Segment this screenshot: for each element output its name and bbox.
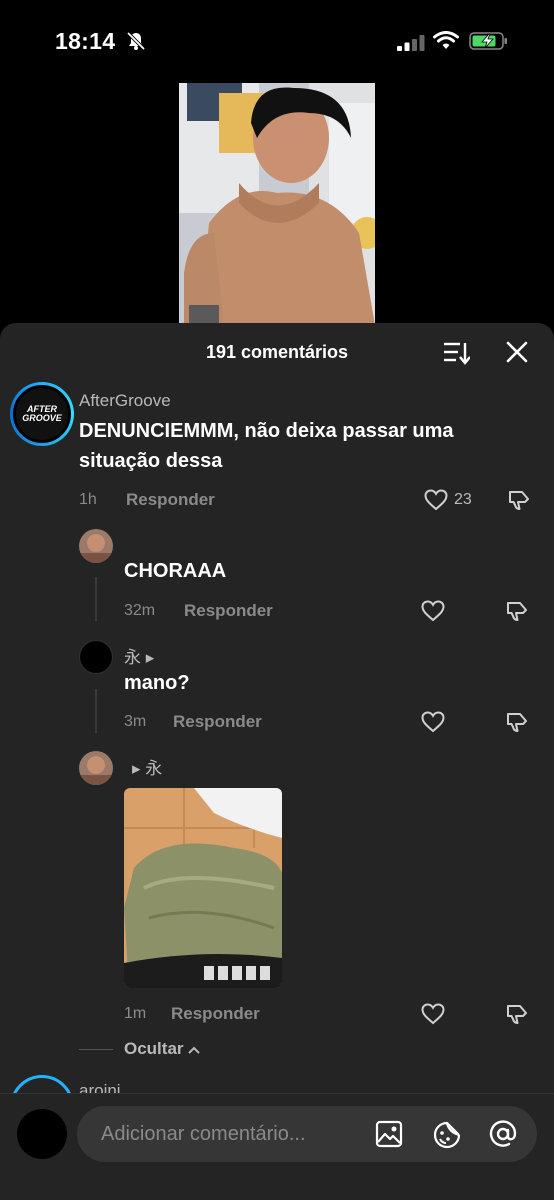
avatar[interactable] [79,751,113,785]
thread-line [95,577,97,621]
reply-time: 1m [124,1005,147,1022]
comment-text-line-2: situação dessa [79,450,223,472]
comment-time: 1h [79,491,97,508]
reply-button[interactable]: Responder [171,1004,260,1024]
comment-input-placeholder: Adicionar comentário... [101,1123,306,1145]
reply-text: CHORAAA [124,560,227,582]
hide-replies-label: Ocultar [124,1039,184,1058]
status-time: 18:14 [55,28,116,54]
thread-line [95,689,97,733]
mention-icon[interactable] [488,1119,518,1149]
reply-button[interactable]: Responder [184,601,273,621]
comment-text-line-1: DENUNCIEMMM, não deixa passar uma [79,420,454,442]
reply-username[interactable]: ▸ 永 [132,754,162,779]
dislike-icon[interactable] [505,1002,529,1026]
reply-button[interactable]: Responder [173,712,262,732]
heart-icon[interactable] [421,1003,445,1025]
avatar[interactable]: AFTER GROOVE [10,382,74,446]
avatar-logo: AFTER GROOVE [13,385,71,443]
bell-off-icon [126,31,146,51]
wifi-icon [433,31,459,49]
comment-username[interactable]: AfterGroove [79,391,171,411]
image-icon[interactable] [375,1120,403,1148]
battery-charging-icon [469,32,507,50]
comments-count-title: 191 comentários [205,342,349,362]
heart-icon[interactable] [424,489,448,511]
reply-time: 32m [124,602,156,619]
hide-replies-button[interactable]: Ocultar [124,1039,200,1059]
close-icon[interactable] [506,341,528,363]
reply-time: 3m [124,713,147,730]
video-thumbnail[interactable] [179,83,375,325]
comment-input[interactable]: Adicionar comentário... [77,1106,537,1162]
status-bar: 18:14 [0,0,554,84]
signal-icon [397,35,425,51]
avatar[interactable] [79,529,113,563]
comments-sheet: 191 comentários AFTER GROOVE AfterGroove… [0,323,554,1200]
reply-button[interactable]: Responder [126,490,215,510]
like-count: 23 [454,491,472,508]
heart-icon[interactable] [421,600,445,622]
emoji-icon[interactable] [432,1120,462,1150]
current-user-avatar [17,1109,67,1159]
avatar[interactable] [79,640,113,674]
reply-text: mano? [124,672,190,694]
comment-input-bar: Adicionar comentário... [0,1093,554,1200]
heart-icon[interactable] [421,711,445,733]
sort-icon[interactable] [442,340,470,366]
dislike-icon[interactable] [505,710,529,734]
dislike-icon[interactable] [505,599,529,623]
dislike-icon[interactable] [507,488,531,512]
chevron-up-icon [188,1046,200,1054]
reply-photo[interactable] [124,788,282,988]
reply-username[interactable]: 永 ▸ [124,643,154,668]
hide-divider [79,1049,113,1050]
